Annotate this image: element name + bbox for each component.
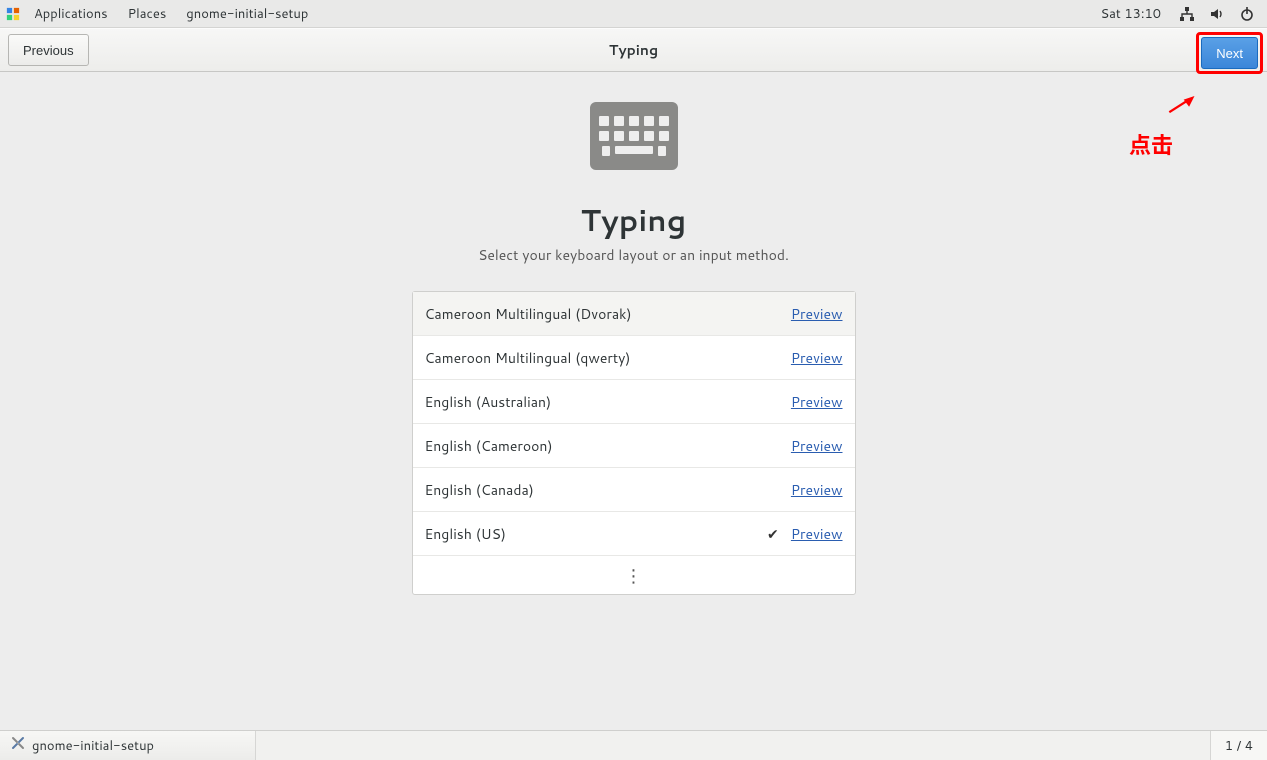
keyboard-icon: [590, 102, 678, 170]
volume-icon[interactable]: [1207, 4, 1227, 24]
settings-icon: [10, 735, 26, 756]
page-title: Typing: [581, 198, 687, 241]
layout-label: English (Cameroon): [425, 436, 763, 456]
preview-link[interactable]: Preview: [791, 436, 843, 456]
applications-menu[interactable]: Applications: [24, 0, 118, 28]
app-menu[interactable]: gnome-initial-setup: [176, 0, 318, 28]
next-button[interactable]: Next: [1201, 37, 1258, 69]
show-more-button[interactable]: ⋮: [413, 556, 855, 594]
layout-row[interactable]: English (US) ✔ Preview: [413, 512, 855, 556]
layout-label: English (Australian): [425, 392, 763, 412]
preview-link[interactable]: Preview: [791, 348, 843, 368]
layout-label: English (Canada): [425, 480, 763, 500]
applications-menu-icon: [6, 7, 20, 21]
wizard-header-bar: Previous Typing Next: [0, 28, 1267, 72]
header-title: Typing: [0, 40, 1267, 60]
layout-row[interactable]: English (Cameroon) Preview: [413, 424, 855, 468]
layout-label: Cameroon Multilingual (Dvorak): [425, 304, 763, 324]
network-icon[interactable]: [1177, 4, 1197, 24]
taskbar-app-button[interactable]: gnome-initial-setup: [0, 731, 256, 760]
page-indicator: 1 / 4: [1210, 731, 1267, 760]
layout-row[interactable]: English (Canada) Preview: [413, 468, 855, 512]
clock[interactable]: Sat 13:10: [1100, 5, 1167, 23]
wizard-content: Typing Select your keyboard layout or an…: [0, 72, 1267, 730]
more-icon: ⋮: [625, 562, 643, 588]
keyboard-layout-list: Cameroon Multilingual (Dvorak) Preview C…: [412, 291, 856, 595]
preview-link[interactable]: Preview: [791, 392, 843, 412]
preview-link[interactable]: Preview: [791, 304, 843, 324]
preview-link[interactable]: Preview: [791, 480, 843, 500]
page-subtitle: Select your keyboard layout or an input …: [478, 245, 789, 265]
check-icon: ✔: [763, 524, 783, 544]
power-icon[interactable]: [1237, 4, 1257, 24]
places-menu[interactable]: Places: [118, 0, 177, 28]
layout-label: Cameroon Multilingual (qwerty): [425, 348, 763, 368]
taskbar-app-label: gnome-initial-setup: [32, 737, 154, 755]
layout-row[interactable]: Cameroon Multilingual (Dvorak) Preview: [413, 292, 855, 336]
layout-row[interactable]: Cameroon Multilingual (qwerty) Preview: [413, 336, 855, 380]
gnome-top-panel: Applications Places gnome-initial-setup …: [0, 0, 1267, 28]
previous-button[interactable]: Previous: [8, 34, 89, 66]
next-button-highlight: Next: [1196, 32, 1263, 74]
layout-row[interactable]: English (Australian) Preview: [413, 380, 855, 424]
task-panel: gnome-initial-setup 1 / 4: [0, 730, 1267, 760]
layout-label: English (US): [425, 524, 763, 544]
preview-link[interactable]: Preview: [791, 524, 843, 544]
